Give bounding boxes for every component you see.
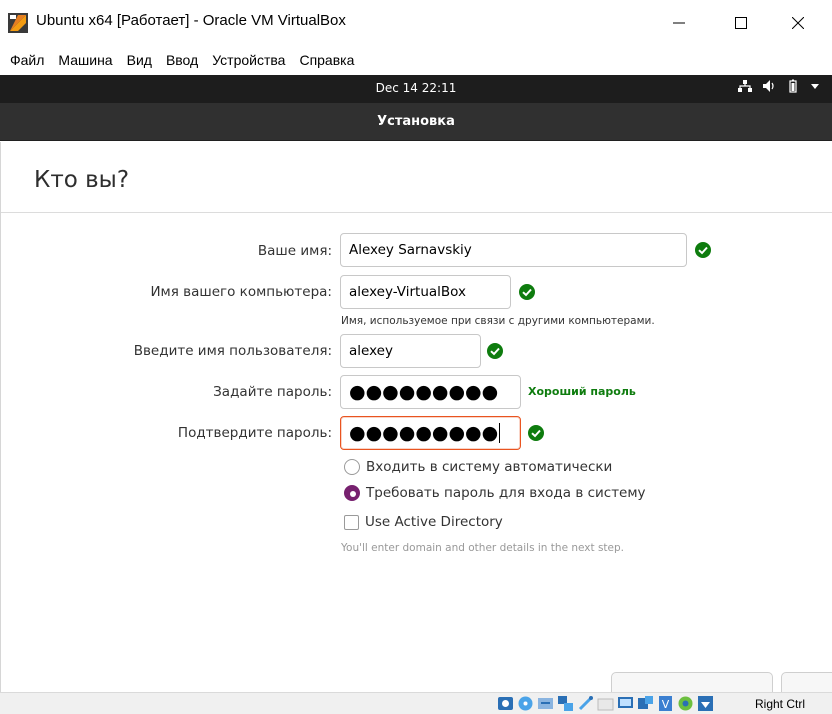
guest-additions-icon[interactable] [677, 695, 694, 712]
minimize-icon [673, 22, 685, 23]
active-directory-checkbox-box[interactable] [344, 514, 359, 530]
confirm-password-input[interactable]: ●●●●●●●●● [340, 416, 521, 450]
active-directory-label: Use Active Directory [365, 514, 503, 530]
name-label: Ваше имя: [257, 243, 332, 259]
virtualization-icon[interactable]: V [657, 695, 674, 712]
menu-view[interactable]: Вид [127, 52, 152, 68]
active-directory-checkbox[interactable]: Use Active Directory [344, 514, 503, 530]
host-statusbar: V Right Ctrl [0, 692, 832, 714]
network-icon [738, 80, 752, 92]
clock[interactable]: Dec 14 22:11 [0, 81, 832, 95]
username-input[interactable]: alexey [340, 334, 481, 368]
system-tray[interactable] [738, 79, 820, 93]
close-icon [792, 16, 804, 29]
password-input[interactable]: ●●●●●●●●● [340, 375, 521, 409]
confirm-password-valid-icon [528, 425, 544, 441]
confirm-password-label: Подтвердите пароль: [177, 425, 332, 441]
username-value: alexey [349, 343, 393, 359]
installer-content: Кто вы? Ваше имя: Alexey Sarnavskiy Имя … [0, 142, 832, 712]
password-strength-label: Хороший пароль [528, 385, 636, 398]
menu-file[interactable]: Файл [10, 52, 44, 68]
maximize-icon [735, 16, 747, 29]
maximize-button[interactable] [718, 0, 764, 45]
page-title: Кто вы? [34, 167, 130, 193]
computer-name-hint: Имя, используемое при связи с другими ко… [341, 315, 655, 327]
name-valid-icon [695, 242, 711, 258]
svg-text:V: V [662, 698, 670, 711]
menu-input[interactable]: Ввод [166, 52, 198, 68]
battery-icon [789, 79, 797, 93]
mouse-integration-icon[interactable] [697, 695, 714, 712]
username-valid-icon [487, 343, 503, 359]
auto-login-label: Входить в систему автоматически [366, 459, 613, 475]
active-directory-hint: You'll enter domain and other details in… [341, 542, 625, 554]
name-input[interactable]: Alexey Sarnavskiy [340, 233, 687, 267]
installer-header: Установка [0, 103, 832, 141]
status-icons: V [497, 695, 714, 712]
name-value: Alexey Sarnavskiy [349, 242, 472, 258]
require-password-radio[interactable]: Требовать пароль для входа в систему [344, 485, 646, 501]
host-menubar: Файл Машина Вид Ввод Устройства Справка [0, 45, 832, 75]
menu-arrow-icon [811, 84, 819, 89]
virtualbox-app-icon [8, 13, 28, 33]
window-titlebar[interactable]: Ubuntu x64 [Работает] - Oracle VM Virtua… [0, 0, 832, 45]
computer-name-value: alexey-VirtualBox [349, 284, 467, 300]
password-label: Задайте пароль: [213, 384, 332, 400]
username-label: Введите имя пользователя: [133, 343, 332, 359]
hard-disk-icon[interactable] [497, 695, 514, 712]
audio-icon[interactable] [537, 695, 554, 712]
require-password-label: Требовать пароль для входа в систему [366, 485, 646, 501]
minimize-button[interactable] [656, 0, 702, 45]
shared-folders-icon[interactable] [597, 695, 614, 712]
require-password-radio-indicator[interactable] [344, 485, 360, 501]
confirm-password-value: ●●●●●●●●● [349, 421, 499, 444]
menu-machine[interactable]: Машина [58, 52, 112, 68]
video-capture-icon[interactable] [637, 695, 654, 712]
menu-devices[interactable]: Устройства [212, 52, 285, 68]
display-icon[interactable] [617, 695, 634, 712]
volume-icon [763, 80, 774, 92]
installer-title: Установка [377, 114, 455, 129]
computer-name-input[interactable]: alexey-VirtualBox [340, 275, 511, 309]
guest-top-bar: Dec 14 22:11 [0, 75, 832, 103]
close-button[interactable] [775, 0, 821, 45]
title-divider [1, 212, 832, 213]
window-title: Ubuntu x64 [Работает] - Oracle VM Virtua… [36, 12, 346, 29]
network-adapter-icon[interactable] [557, 695, 574, 712]
text-cursor [499, 423, 501, 443]
auto-login-radio-indicator[interactable] [344, 459, 360, 475]
computer-name-label: Имя вашего компьютера: [150, 284, 332, 300]
password-value: ●●●●●●●●● [349, 380, 499, 403]
optical-disk-icon[interactable] [517, 695, 534, 712]
menu-help[interactable]: Справка [299, 52, 354, 68]
auto-login-radio[interactable]: Входить в систему автоматически [344, 459, 612, 475]
host-key-label: Right Ctrl [755, 697, 806, 711]
usb-icon[interactable] [577, 695, 594, 712]
computer-name-valid-icon [519, 284, 535, 300]
